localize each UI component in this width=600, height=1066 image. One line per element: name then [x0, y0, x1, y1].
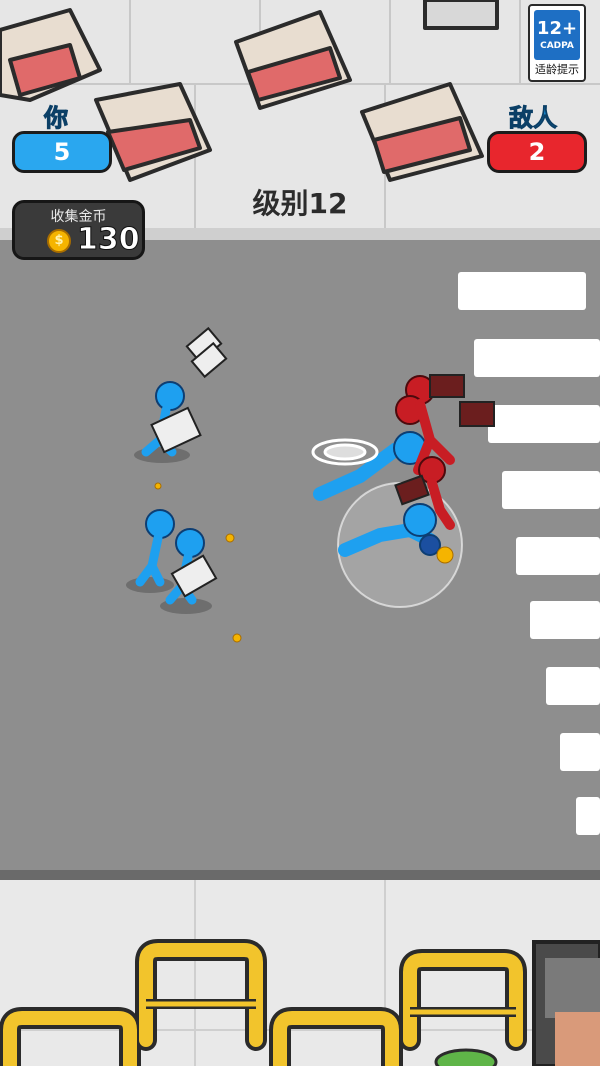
coin-panel: 收集金币 $ 130 [12, 200, 145, 260]
enemy-count-badge: 2 [487, 131, 587, 173]
age-rating-org: CADPA [540, 41, 574, 51]
enemy-label: 敌人 [509, 104, 558, 133]
road [0, 240, 600, 872]
player-label: 你 [44, 104, 69, 133]
blue-fighter [337, 482, 463, 608]
age-rating-tip: 适龄提示 [535, 63, 579, 76]
age-rating-badge[interactable]: 12+ CADPA 适龄提示 [528, 4, 586, 82]
trash-bin [532, 940, 600, 1066]
bottom-curb [0, 870, 600, 880]
top-object [423, 0, 499, 30]
bush [434, 1048, 498, 1066]
coin-count: 130 [77, 222, 141, 258]
age-rating-number: 12+ [536, 18, 578, 39]
coin-icon: $ [47, 229, 71, 253]
player-count-badge: 5 [12, 131, 112, 173]
age-rating-icon: 12+ CADPA [534, 10, 580, 60]
